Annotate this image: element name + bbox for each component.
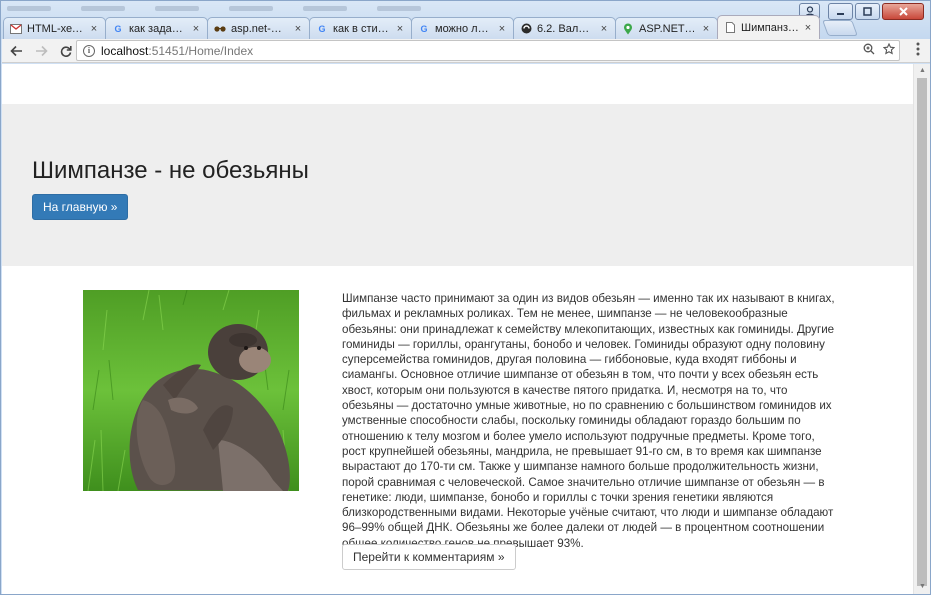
tab-google-search-1[interactable]: G как задавать × bbox=[105, 17, 208, 39]
google-icon: G bbox=[114, 23, 122, 34]
tab-aspnet-mvc-question[interactable]: asp.net-mvc × bbox=[207, 17, 310, 39]
close-icon[interactable]: × bbox=[599, 23, 609, 35]
tab-chimpanzee-active[interactable]: Шимпанзе - н × bbox=[717, 15, 820, 39]
browser-window: HTML-хелперы × G как задавать × asp.net-… bbox=[0, 0, 931, 595]
close-icon[interactable]: × bbox=[293, 23, 303, 35]
tab-google-search-3[interactable]: G можно ли вы × bbox=[411, 17, 514, 39]
tab-strip: HTML-хелперы × G как задавать × asp.net-… bbox=[3, 15, 858, 39]
new-tab-button[interactable] bbox=[822, 20, 858, 36]
tab-label: как задавать bbox=[129, 22, 187, 35]
tab-google-search-2[interactable]: G как в стиле за × bbox=[309, 17, 412, 39]
close-icon[interactable]: × bbox=[497, 23, 507, 35]
reload-button[interactable] bbox=[55, 40, 77, 62]
maximize-button[interactable] bbox=[855, 3, 880, 20]
tab-validation[interactable]: 6.2. Валидация × bbox=[513, 17, 616, 39]
close-icon[interactable]: × bbox=[191, 23, 201, 35]
tab-label: как в стиле за bbox=[333, 22, 391, 35]
tab-label: можно ли вы bbox=[435, 22, 493, 35]
url-host: localhost bbox=[101, 43, 149, 58]
close-icon[interactable]: × bbox=[803, 22, 813, 34]
tab-label: HTML-хелперы bbox=[27, 22, 85, 35]
metanit-icon bbox=[520, 23, 532, 35]
tab-label: asp.net-mvc bbox=[231, 22, 289, 35]
address-bar[interactable]: i localhost:51451/Home/Index bbox=[76, 40, 900, 61]
tab-label: ASP.NET MVC bbox=[639, 22, 697, 35]
scrollbar[interactable]: ▲ ▼ bbox=[913, 64, 930, 594]
google-icon: G bbox=[318, 23, 326, 34]
chimpanzee-photo bbox=[83, 290, 299, 491]
google-icon: G bbox=[420, 23, 428, 34]
page-viewport: Шимпанзе - не обезьяны На главную » Шимп… bbox=[2, 64, 913, 594]
tab-label: Шимпанзе - н bbox=[741, 21, 799, 34]
bookmark-star-icon[interactable] bbox=[882, 42, 896, 58]
article-text: Шимпанзе часто принимают за один из видо… bbox=[342, 292, 835, 550]
zoom-icon[interactable] bbox=[863, 43, 875, 58]
tab-label: 6.2. Валидация bbox=[537, 22, 595, 35]
title-bar: HTML-хелперы × G как задавать × asp.net-… bbox=[1, 1, 930, 39]
pin-icon bbox=[622, 23, 634, 35]
scroll-down-arrow-icon[interactable]: ▼ bbox=[914, 580, 931, 594]
comments-button[interactable]: Перейти к комментариям » bbox=[342, 544, 516, 570]
ghost-menu bbox=[7, 3, 421, 13]
close-window-button[interactable] bbox=[882, 3, 924, 20]
forward-button[interactable] bbox=[30, 40, 52, 62]
url-path: :51451/Home/Index bbox=[148, 43, 254, 58]
kebab-menu-icon[interactable] bbox=[916, 42, 920, 59]
scroll-up-arrow-icon[interactable]: ▲ bbox=[914, 64, 931, 78]
close-icon[interactable]: × bbox=[395, 23, 405, 35]
tab-aspnet-mvc[interactable]: ASP.NET MVC × bbox=[615, 17, 718, 39]
tab-html-helpers[interactable]: HTML-хелперы × bbox=[3, 17, 106, 39]
glasses-icon bbox=[214, 23, 226, 35]
omnibox-actions bbox=[863, 42, 896, 58]
scroll-thumb[interactable] bbox=[917, 78, 927, 586]
home-button[interactable]: На главную » bbox=[32, 194, 129, 220]
page-title: Шимпанзе - не обезьяны bbox=[32, 157, 309, 184]
gmail-icon bbox=[10, 23, 22, 35]
info-icon[interactable]: i bbox=[83, 44, 95, 57]
browser-toolbar: i localhost:51451/Home/Index bbox=[2, 39, 930, 63]
close-icon[interactable]: × bbox=[89, 23, 99, 35]
back-button[interactable] bbox=[5, 40, 27, 62]
close-icon[interactable]: × bbox=[701, 23, 711, 35]
page-icon bbox=[724, 22, 736, 34]
jumbotron: Шимпанзе - не обезьяны На главную » bbox=[2, 104, 913, 266]
